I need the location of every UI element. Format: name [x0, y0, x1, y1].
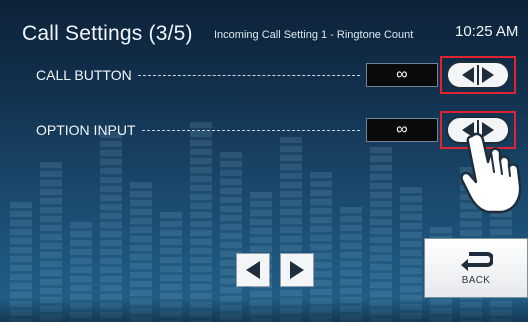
setting-row-call-button: CALL BUTTON ∞: [0, 56, 528, 94]
value-stepper-button[interactable]: [446, 61, 510, 89]
left-arrow-icon: [462, 67, 474, 83]
clock: 10:25 AM: [455, 23, 519, 40]
dashed-leader: [138, 75, 360, 76]
return-arrow-icon: [461, 251, 493, 271]
previous-page-button[interactable]: [236, 253, 270, 287]
right-arrow-icon: [482, 67, 494, 83]
setting-label: CALL BUTTON: [36, 67, 132, 83]
next-page-button[interactable]: [280, 253, 314, 287]
page-subtitle: Incoming Call Setting 1 - Ringtone Count: [214, 29, 414, 41]
bottom-shade: [0, 298, 528, 322]
dashed-leader: [142, 130, 360, 131]
page-title: Call Settings (3/5): [22, 22, 193, 45]
setting-label: OPTION INPUT: [36, 122, 136, 138]
setting-row-option-input: OPTION INPUT ∞: [0, 111, 528, 149]
back-button[interactable]: BACK: [424, 238, 528, 298]
triangle-left-icon: [246, 261, 260, 279]
setting-value: ∞: [366, 118, 438, 142]
back-label: BACK: [461, 274, 491, 286]
stepper-divider: [477, 65, 479, 85]
pointing-hand-icon: [460, 132, 522, 214]
setting-value: ∞: [366, 63, 438, 87]
triangle-right-icon: [290, 261, 304, 279]
